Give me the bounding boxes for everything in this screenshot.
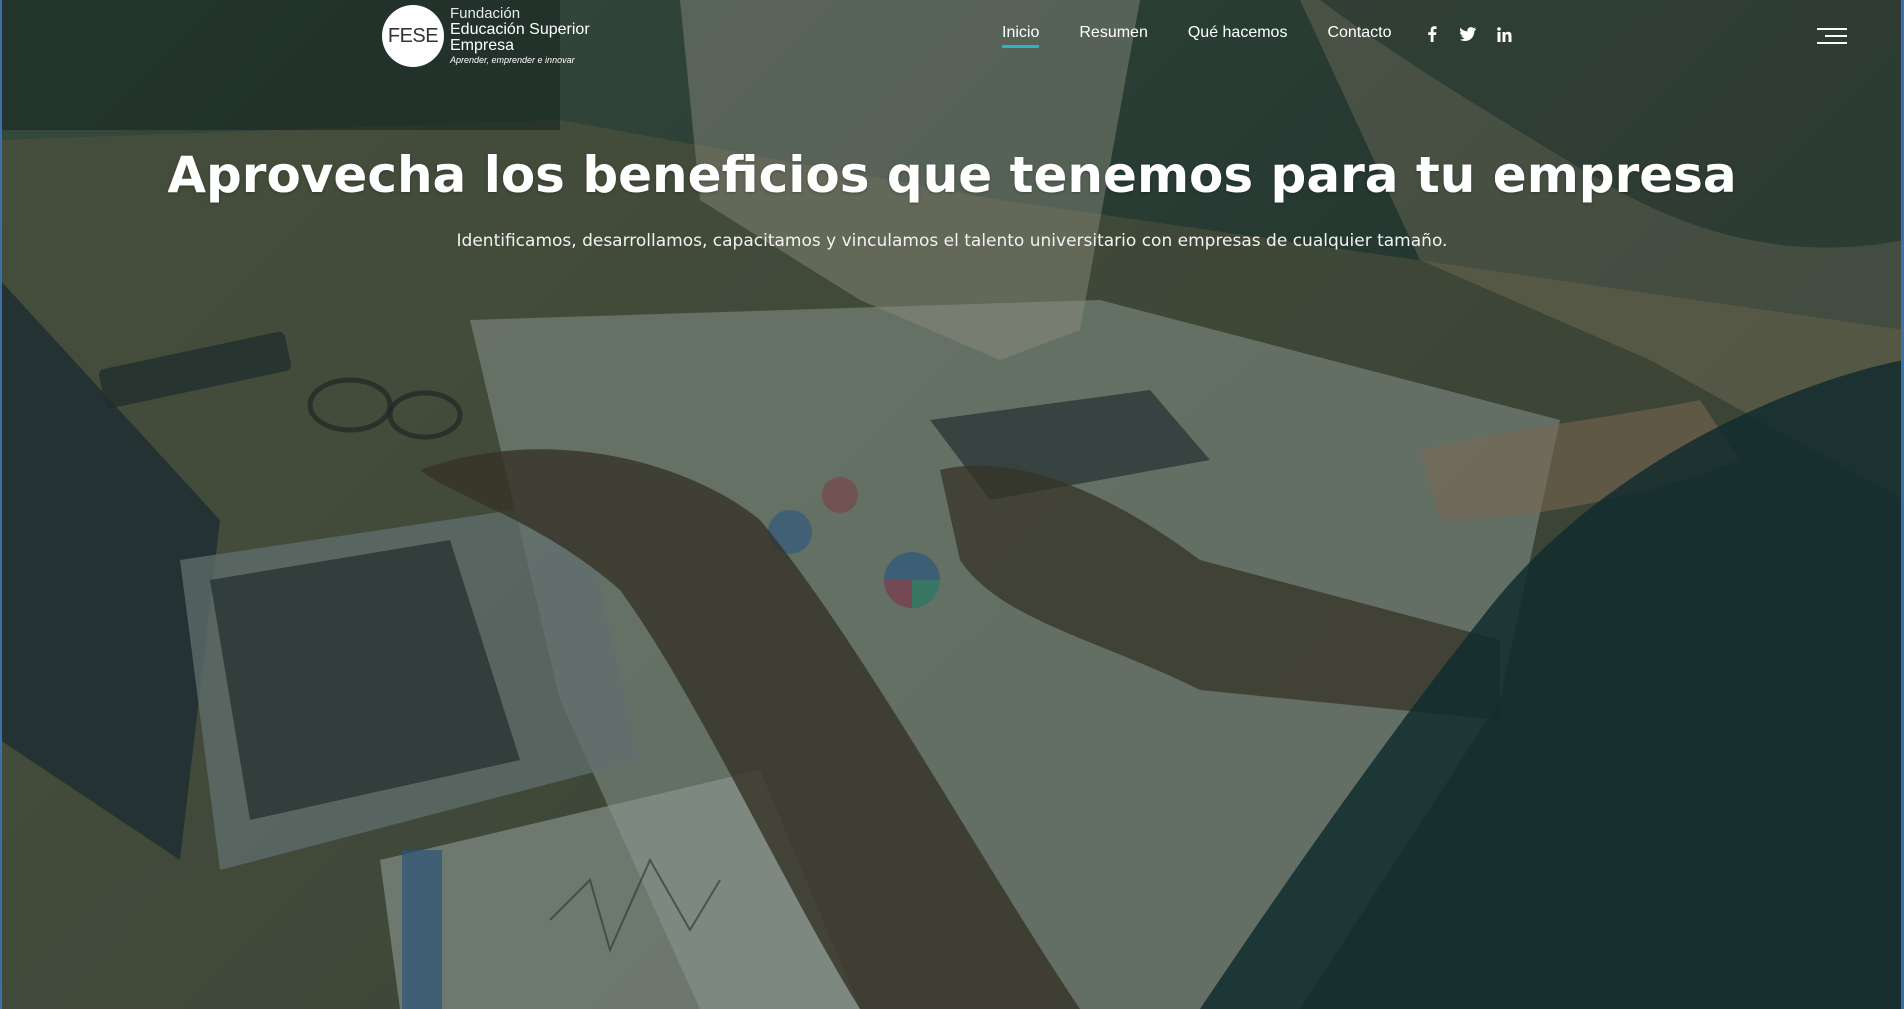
hamburger-line-bottom (1817, 42, 1847, 44)
facebook-icon[interactable] (1424, 26, 1440, 42)
logo-line-3: Empresa (450, 37, 515, 54)
logo-mark-text: FESE (387, 24, 439, 47)
hero-title: Aprovecha los beneficios que tenemos par… (167, 146, 1737, 204)
nav-item-inicio[interactable]: Inicio (1002, 24, 1040, 48)
logo-line-2: Educación Superior (450, 21, 590, 38)
hamburger-line-middle (1825, 35, 1847, 37)
twitter-icon[interactable] (1460, 26, 1476, 42)
social-links (1424, 26, 1512, 42)
logo-mark: FESE (382, 5, 444, 67)
main-nav: Inicio Resumen Qué hacemos Contacto (1002, 24, 1392, 48)
hero-section: FESE Fundación Educación Superior Empres… (0, 0, 1904, 1009)
nav-item-contacto[interactable]: Contacto (1327, 24, 1391, 48)
hero-subtitle: Identificamos, desarrollamos, capacitamo… (456, 231, 1448, 251)
site-logo[interactable]: FESE Fundación Educación Superior Empres… (382, 4, 590, 68)
nav-item-resumen[interactable]: Resumen (1079, 24, 1147, 48)
linkedin-icon[interactable] (1496, 26, 1512, 42)
hamburger-icon[interactable] (1817, 28, 1847, 48)
logo-tagline: Aprender, emprender e innovar (450, 55, 575, 65)
logo-wordmark: Fundación Educación Superior Empresa Apr… (450, 6, 590, 66)
logo-line-1: Fundación (450, 5, 521, 22)
hamburger-line-top (1817, 28, 1847, 30)
nav-item-que-hacemos[interactable]: Qué hacemos (1188, 24, 1288, 48)
